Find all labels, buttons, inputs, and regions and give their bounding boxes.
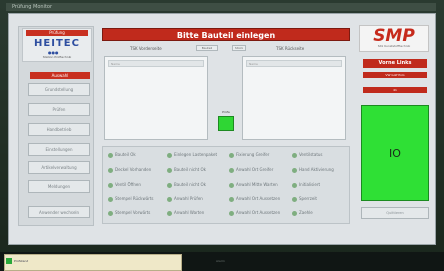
- change-user-button[interactable]: Anwender wechseln: [28, 206, 90, 218]
- check-indicator: [218, 116, 234, 131]
- taskbar-right-text: Alarm: [216, 259, 225, 263]
- status-item: Anwahl Warten: [167, 209, 204, 217]
- window-titlebar: Prüfung Monitor: [6, 3, 436, 11]
- status-dot-icon: [292, 182, 297, 188]
- menu-button-artikelverwaltung[interactable]: Artikelverwaltung: [28, 161, 90, 174]
- status-item-label: Hand Aktivierung: [299, 167, 334, 172]
- menu-heading: Auswahl: [30, 72, 90, 79]
- status-dot-icon: [108, 152, 113, 158]
- status-item: Deckel Vorhanden: [108, 166, 151, 174]
- company-logo: HEITEC: [34, 38, 80, 49]
- taskbar-item-label: Prüfstand: [14, 259, 29, 263]
- status-item: Initialisiert: [292, 181, 320, 189]
- status-dot-icon: [292, 210, 297, 216]
- status-item-label: Anwahl Warten: [174, 210, 205, 215]
- status-item: Stempel Rückwärts: [108, 195, 154, 203]
- status-item: Bauteil nicht Ok: [167, 166, 206, 174]
- status-item-label: Bauteil nicht Ok: [174, 182, 206, 187]
- status-item-label: Anwahl Mitte Warten: [236, 182, 278, 187]
- status-dot-icon: [292, 152, 297, 158]
- status-item-label: Bauteil Ok: [115, 152, 136, 157]
- status-dot-icon: [167, 152, 172, 158]
- status-item-label: Ventil Öffnen: [115, 182, 141, 187]
- logo-subtitle: Station Prüftechnik: [42, 55, 72, 59]
- status-item-label: Anwahl Ort Aussetzen: [236, 196, 281, 201]
- status-dot-icon: [292, 196, 297, 202]
- status-item-label: Deckel Vorhanden: [115, 167, 152, 172]
- tab-stueck[interactable]: Stück: [232, 45, 246, 51]
- status-dot-icon: [292, 167, 297, 173]
- left-list-field: Name: [108, 60, 204, 67]
- status-item-label: Stempel Vorwärts: [115, 210, 151, 215]
- left-list-header: TSK Vorderseite: [130, 46, 162, 51]
- status-item-label: Anwahl Ort Aussetzen: [236, 210, 281, 215]
- status-item: Anwahl Prüfen: [167, 195, 203, 203]
- status-dot-icon: [167, 182, 172, 188]
- check-label: Prüfe: [222, 110, 230, 114]
- status-item: Einlegen Lastenpaket: [167, 151, 217, 159]
- status-item: Anwahl Ort Aussetzen: [229, 195, 280, 203]
- status-item-label: Einlegen Lastenpaket: [174, 152, 218, 157]
- status-dot-icon: [108, 210, 113, 216]
- right-list-header: TSK Rückseite: [276, 46, 305, 51]
- result-status: IO: [361, 105, 429, 201]
- status-dot-icon: [167, 167, 172, 173]
- info-label-1: VW Golf Polo: [363, 72, 427, 78]
- status-item-label: Bauteil nicht Ok: [174, 167, 206, 172]
- brand-subtitle: Sitz Kunststofftechnik: [377, 44, 411, 48]
- status-dot-icon: [108, 167, 113, 173]
- status-dot-icon: [229, 152, 234, 158]
- status-item: Bauteil nicht Ok: [167, 181, 206, 189]
- app-icon: [6, 258, 12, 264]
- status-item-label: Stempel Rückwärts: [115, 196, 154, 201]
- status-item: Fixierung Greifer: [229, 151, 269, 159]
- status-item-label: Ventilstatus: [299, 152, 323, 157]
- status-item: Anwahl Mitte Warten: [229, 181, 278, 189]
- status-dot-icon: [108, 182, 113, 188]
- status-dot-icon: [229, 167, 234, 173]
- status-item-label: Sperrzeit: [299, 196, 317, 201]
- status-item: Ventilstatus: [292, 151, 323, 159]
- right-list[interactable]: Name: [242, 56, 346, 140]
- info-label-2: 41: [363, 87, 427, 93]
- status-item: Bauteil Ok: [108, 151, 136, 159]
- logo-badge: Prüfung: [26, 30, 88, 36]
- status-item-label: Anwahl Ort Greifer: [236, 167, 274, 172]
- status-item: Stempel Vorwärts: [108, 209, 150, 217]
- left-list[interactable]: Name: [104, 56, 208, 140]
- menu-button-meldungen[interactable]: Meldungen: [28, 180, 90, 193]
- status-dot-icon: [229, 196, 234, 202]
- status-item: Anwahl Ort Greifer: [229, 166, 273, 174]
- status-item: Ventil Öffnen: [108, 181, 141, 189]
- menu-button-pruefen[interactable]: Prüfen: [28, 103, 90, 116]
- menu-button-einstellungen[interactable]: Einstellungen: [28, 143, 90, 156]
- page-title: Bitte Bauteil einlegen: [102, 28, 350, 41]
- status-dot-icon: [229, 210, 234, 216]
- status-item-label: Fixierung Greifer: [236, 152, 270, 157]
- status-item: Anwahl Ort Aussetzen: [229, 209, 280, 217]
- position-label: Vorne Links: [363, 59, 427, 68]
- status-item: Zaehle: [292, 209, 313, 217]
- menu-button-handbetrieb[interactable]: Handbetrieb: [28, 123, 90, 136]
- status-dot-icon: [167, 196, 172, 202]
- status-dot-icon: [167, 210, 172, 216]
- acknowledge-button[interactable]: Quittieren: [361, 207, 429, 219]
- right-list-field: Name: [246, 60, 342, 67]
- status-item-label: Anwahl Prüfen: [174, 196, 203, 201]
- status-item-label: Zaehle: [299, 210, 313, 215]
- taskbar-item[interactable]: [4, 254, 182, 271]
- tab-bauteil[interactable]: Bauteil: [196, 45, 218, 51]
- status-item: Hand Aktivierung: [292, 166, 334, 174]
- menu-button-grundstellung[interactable]: Grundstellung: [28, 83, 90, 96]
- status-item-label: Initialisiert: [299, 182, 321, 187]
- status-dot-icon: [108, 196, 113, 202]
- status-dot-icon: [229, 182, 234, 188]
- status-item: Sperrzeit: [292, 195, 317, 203]
